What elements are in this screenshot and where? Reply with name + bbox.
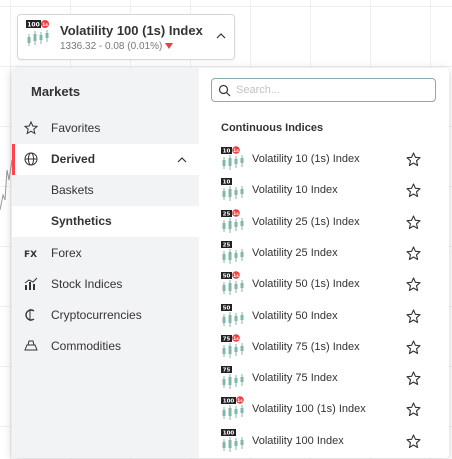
one-second-badge: 1s xyxy=(237,398,243,403)
favorite-star-icon[interactable] xyxy=(406,277,421,292)
search-icon xyxy=(218,84,231,97)
sidebar-title: Markets xyxy=(31,84,81,99)
market-badge: 100 xyxy=(223,430,235,436)
chevron-up-icon xyxy=(216,33,226,39)
market-badge: 50 xyxy=(223,305,231,311)
volatility-index-icon: 100 1s xyxy=(26,20,49,46)
market-badge: 10 xyxy=(223,180,231,186)
market-name: Volatility 100 (1s) Index xyxy=(252,403,366,416)
market-badge: 100 xyxy=(223,399,235,405)
search-box xyxy=(211,78,436,102)
sidebar-subitem-label: Baskets xyxy=(51,183,94,197)
sidebar-subitem-synthetics[interactable]: Synthetics xyxy=(12,206,199,237)
price-down-icon xyxy=(165,43,174,49)
market-row[interactable]: 50 Volatility 50 Index xyxy=(199,301,449,332)
market-row[interactable]: 10 1s Volatility 10 (1s) Index xyxy=(199,144,449,175)
favorite-star-icon[interactable] xyxy=(406,434,421,449)
symbol-selector[interactable]: 100 1s Volatility 100 (1s) Index 1336.32… xyxy=(17,14,235,60)
sidebar-item-label: Commodities xyxy=(51,339,122,353)
market-name: Volatility 25 (1s) Index xyxy=(252,215,360,228)
favorite-star-icon[interactable] xyxy=(406,340,421,355)
crypto-icon xyxy=(25,309,35,321)
market-name: Volatility 100 Index xyxy=(252,434,344,447)
market-badge: 75 xyxy=(223,336,231,342)
favorite-star-icon[interactable] xyxy=(406,308,421,324)
market-name: Volatility 75 (1s) Index xyxy=(252,340,360,353)
selected-symbol-quote: 1336.32 - 0.08 (0.01%) xyxy=(60,41,174,52)
sidebar-item-cryptocurrencies[interactable]: Cryptocurrencies xyxy=(12,300,199,331)
market-badge: 25 xyxy=(223,211,231,217)
volatility-index-icon: 10 1s xyxy=(221,146,244,170)
sidebar-item-label: Derived xyxy=(51,152,96,166)
market-row[interactable]: 10 Volatility 10 Index xyxy=(199,175,449,206)
forex-icon: FX xyxy=(24,250,37,260)
sidebar-subitem-baskets[interactable]: Baskets xyxy=(12,175,199,206)
search-input[interactable] xyxy=(236,81,431,99)
volatility-index-icon: 50 xyxy=(221,303,244,327)
market-row[interactable]: 100 Volatility 100 Index xyxy=(199,426,449,457)
volatility-index-icon: 75 1s xyxy=(221,333,244,358)
favorite-star-icon[interactable] xyxy=(406,215,421,230)
selector-badge: 100 xyxy=(27,22,40,29)
sidebar-item-label: Cryptocurrencies xyxy=(51,308,142,322)
favorite-star-icon[interactable] xyxy=(406,152,421,167)
market-badge: 75 xyxy=(223,368,231,374)
market-name: Volatility 25 Index xyxy=(252,246,338,259)
markets-panel: Markets Favorites Derived Baskets Synthe… xyxy=(12,68,449,458)
quote-value: 1336.32 - 0.08 (0.01%) xyxy=(60,41,163,52)
chevron-up-icon xyxy=(177,157,187,163)
market-row[interactable]: 50 1s Volatility 50 (1s) Index xyxy=(199,269,449,300)
sidebar-subitem-label: Synthetics xyxy=(51,214,112,228)
volatility-index-icon: 100 xyxy=(221,428,244,452)
favorite-star-icon[interactable] xyxy=(406,183,421,198)
market-badge: 10 xyxy=(223,149,231,155)
market-name: Volatility 10 (1s) Index xyxy=(252,153,360,165)
market-name: Volatility 75 Index xyxy=(252,372,338,385)
market-row[interactable]: 75 Volatility 75 Index xyxy=(199,363,449,394)
sidebar-item-forex[interactable]: FX Forex xyxy=(12,238,199,269)
chart-price-line xyxy=(0,159,12,211)
selected-symbol-name: Volatility 100 (1s) Index xyxy=(60,23,203,38)
favorite-star-icon[interactable] xyxy=(406,246,421,261)
section-title: Continuous Indices xyxy=(221,122,324,134)
svg-text:FX: FX xyxy=(24,250,37,260)
market-row[interactable]: 25 1s Volatility 25 (1s) Index xyxy=(199,207,449,238)
selector-badge-sub: 1s xyxy=(42,22,48,28)
sidebar-item-stock-indices[interactable]: Stock Indices xyxy=(12,269,199,300)
one-second-badge: 1s xyxy=(233,336,239,341)
sidebar-item-favorites[interactable]: Favorites xyxy=(12,113,199,144)
market-row[interactable]: 100 1s Volatility 100 (1s) Index xyxy=(199,394,449,425)
favorite-star-icon[interactable] xyxy=(406,402,421,417)
volatility-index-icon: 10 xyxy=(221,178,244,202)
volatility-index-icon: 25 1s xyxy=(221,208,244,233)
sidebar-item-derived[interactable]: Derived xyxy=(12,144,199,175)
stock-indices-icon xyxy=(24,277,38,290)
market-row[interactable]: 75 1s Volatility 75 (1s) Index xyxy=(199,332,449,363)
sidebar-item-commodities[interactable]: Commodities xyxy=(12,331,199,362)
sidebar-item-label: Forex xyxy=(51,246,82,260)
globe-icon xyxy=(24,152,38,166)
one-second-badge: 1s xyxy=(233,273,239,278)
markets-content: Continuous Indices 101sVolatility 10 (1s… xyxy=(199,68,449,458)
commodities-icon xyxy=(24,340,38,351)
one-second-badge: 1s xyxy=(233,148,239,153)
market-row[interactable]: 25 Volatility 25 Index xyxy=(199,238,449,269)
market-name: Volatility 10 Index xyxy=(252,184,338,197)
market-badge: 50 xyxy=(223,274,231,280)
volatility-index-icon: 100 1s xyxy=(221,396,244,421)
sidebar-item-label: Stock Indices xyxy=(51,277,123,291)
volatility-index-icon: 50 1s xyxy=(221,271,244,296)
star-icon xyxy=(24,121,38,135)
market-name: Volatility 50 Index xyxy=(252,309,338,322)
market-badge: 25 xyxy=(223,242,231,248)
volatility-index-icon: 25 xyxy=(221,240,244,264)
sidebar-item-label: Favorites xyxy=(51,121,101,135)
markets-sidebar: Markets Favorites Derived Baskets Synthe… xyxy=(12,68,199,458)
market-name: Volatility 50 (1s) Index xyxy=(252,278,360,291)
favorite-star-icon[interactable] xyxy=(406,371,421,386)
one-second-badge: 1s xyxy=(233,210,239,215)
volatility-index-icon: 75 xyxy=(221,366,244,390)
